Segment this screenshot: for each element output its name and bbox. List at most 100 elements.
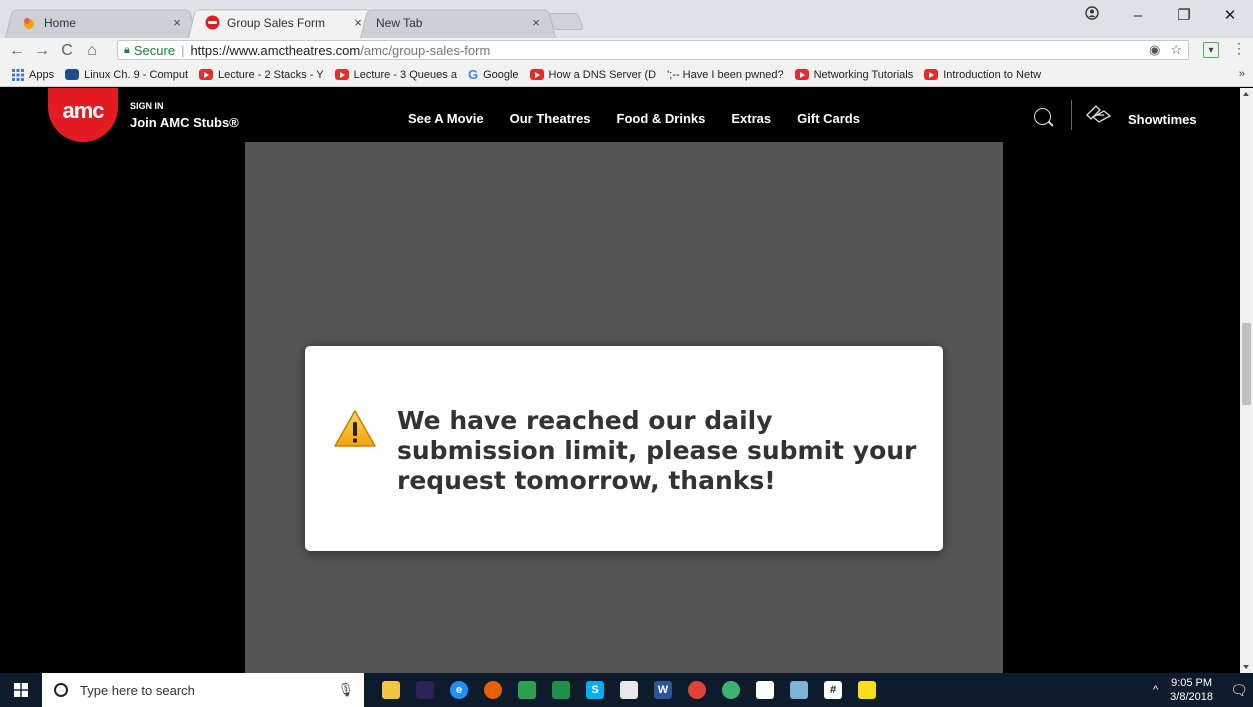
notification-icon[interactable]: 🗨︎	[1225, 673, 1253, 707]
bookmark-intro-networking[interactable]: Introduction to Netw	[924, 69, 1041, 81]
extension-icon[interactable]: ▾	[1203, 42, 1219, 58]
home-icon[interactable]: ⌂	[81, 40, 103, 62]
forward-icon[interactable]: →	[31, 40, 53, 62]
bookmark-label: Linux Ch. 9 - Comput	[84, 68, 189, 81]
git-icon[interactable]	[850, 673, 884, 707]
scrollbar-thumb[interactable]	[1242, 323, 1251, 405]
window-controls: – ❐ ✕	[1069, 0, 1253, 30]
eclipse-icon[interactable]	[408, 673, 442, 707]
mail-icon[interactable]	[748, 673, 782, 707]
youtube-icon	[334, 69, 349, 80]
bookmark-google[interactable]: G Google	[468, 67, 519, 82]
page-viewport: amc SIGN IN Join AMC Stubs® See A Movie …	[0, 88, 1240, 673]
windows-start-icon[interactable]	[0, 673, 42, 707]
slack-icon[interactable]: #	[816, 673, 850, 707]
bookmark-label: Lecture - 2 Stacks - Y	[218, 68, 324, 81]
youtube-icon	[794, 69, 809, 80]
app-glyph	[518, 681, 536, 699]
bookmark-networking[interactable]: Networking Tutorials	[794, 69, 913, 81]
clock[interactable]: 9:05 PM 3/8/2018	[1170, 676, 1213, 704]
cortana-icon	[54, 683, 68, 697]
skype-icon[interactable]: S	[578, 673, 612, 707]
file-explorer-icon[interactable]	[374, 673, 408, 707]
bookmark-label: How a DNS Server (D	[548, 68, 657, 81]
notes-icon[interactable]	[510, 673, 544, 707]
location-icon[interactable]: ◉	[1149, 42, 1160, 58]
minimize-icon[interactable]: –	[1115, 7, 1161, 24]
restore-icon[interactable]: ❐	[1161, 6, 1207, 24]
clock-date: 3/8/2018	[1170, 691, 1213, 703]
ticket-icon[interactable]	[1084, 103, 1112, 127]
limit-message: We have reached our daily submission lim…	[397, 406, 917, 495]
nav-extras[interactable]: Extras	[731, 111, 771, 126]
join-stubs-link[interactable]: Join AMC Stubs®	[130, 115, 239, 130]
close-icon[interactable]: ×	[528, 15, 544, 30]
bookmark-dns[interactable]: How a DNS Server (D	[529, 68, 657, 81]
microphone-icon[interactable]: 🎙︎	[337, 682, 354, 698]
google-icon: G	[467, 67, 479, 82]
bookmark-label: Google	[483, 68, 519, 81]
atom-icon[interactable]	[714, 673, 748, 707]
bookmark-pwned[interactable]: ';-- Have I been pwned?	[667, 69, 783, 81]
tab-group-sales-form[interactable]: Group Sales Form ×	[188, 7, 378, 38]
showtimes-link[interactable]: Showtimes	[1128, 112, 1197, 127]
close-window-icon[interactable]: ✕	[1207, 6, 1253, 24]
scroll-down-icon[interactable]	[1243, 665, 1249, 669]
warning-icon	[333, 409, 377, 449]
paint-icon[interactable]	[782, 673, 816, 707]
chevron-up-icon[interactable]: ^	[1153, 684, 1158, 696]
bookmark-apps[interactable]: Apps	[12, 68, 54, 81]
taskbar-search[interactable]: Type here to search 🎙︎	[42, 673, 364, 707]
url-path: /amc/group-sales-form	[360, 42, 491, 58]
search-icon[interactable]	[1034, 108, 1051, 125]
page-scrollbar[interactable]	[1240, 88, 1253, 673]
app-glyph	[722, 681, 740, 699]
edge-icon[interactable]: e	[442, 673, 476, 707]
tab-title: Home	[44, 15, 77, 30]
amc-logo[interactable]: amc	[48, 88, 118, 142]
scroll-up-icon[interactable]	[1243, 92, 1249, 96]
close-icon[interactable]: ×	[350, 15, 366, 30]
bookmark-lecture-3[interactable]: Lecture - 3 Queues a	[334, 69, 457, 81]
word-icon[interactable]: W	[646, 673, 680, 707]
app-glyph	[790, 681, 808, 699]
header-divider	[1071, 100, 1072, 130]
secure-label: Secure	[133, 42, 176, 58]
address-separator: |	[181, 42, 185, 58]
tab-new-tab[interactable]: New Tab ×	[360, 7, 556, 38]
new-tab-button[interactable]	[547, 13, 585, 30]
app-glyph	[688, 681, 706, 699]
bookmarks-overflow-icon[interactable]: »	[1239, 68, 1245, 80]
flame-icon	[21, 15, 37, 31]
profile-icon[interactable]	[1069, 6, 1115, 24]
firefox-icon[interactable]	[476, 673, 510, 707]
nav-see-a-movie[interactable]: See A Movie	[408, 111, 484, 126]
star-icon[interactable]: ☆	[1170, 42, 1182, 58]
back-icon[interactable]: ←	[6, 40, 28, 62]
tab-home[interactable]: Home ×	[5, 7, 197, 38]
taskbar: Type here to search 🎙︎ e S W # ^ 9:05 PM 3/…	[0, 673, 1253, 707]
file-icon[interactable]	[612, 673, 646, 707]
address-bar[interactable]: 🔒︎ Secure | https://www.amctheatres.com /…	[117, 40, 1189, 60]
nav-our-theatres[interactable]: Our Theatres	[510, 111, 591, 126]
bookmark-label: Introduction to Netw	[943, 68, 1042, 81]
lock-icon: 🔒︎	[124, 43, 130, 56]
app-glyph	[756, 681, 774, 699]
menu-icon[interactable]: ⋮	[1232, 40, 1246, 57]
limit-dialog: We have reached our daily submission lim…	[305, 346, 943, 551]
main-nav: See A Movie Our Theatres Food & Drinks E…	[408, 111, 886, 126]
screen: Home × Group Sales Form × New Tab × – ❐ …	[0, 0, 1253, 707]
sign-in-link[interactable]: SIGN IN	[130, 101, 164, 111]
nav-food-drinks[interactable]: Food & Drinks	[617, 111, 706, 126]
app-glyph	[484, 681, 502, 699]
url-host: https://www.amctheatres.com	[190, 42, 361, 58]
reload-icon[interactable]: C	[56, 40, 78, 62]
photos-icon[interactable]	[544, 673, 578, 707]
close-icon[interactable]: ×	[169, 15, 185, 30]
nav-gift-cards[interactable]: Gift Cards	[797, 111, 860, 126]
bookmark-lecture-2[interactable]: Lecture - 2 Stacks - Y	[199, 69, 324, 81]
amc-icon	[204, 15, 220, 31]
chrome-icon[interactable]	[680, 673, 714, 707]
bookmark-linux-ch9[interactable]: Linux Ch. 9 - Comput	[65, 69, 188, 81]
bookmark-label: ';-- Have I been pwned?	[667, 68, 784, 81]
